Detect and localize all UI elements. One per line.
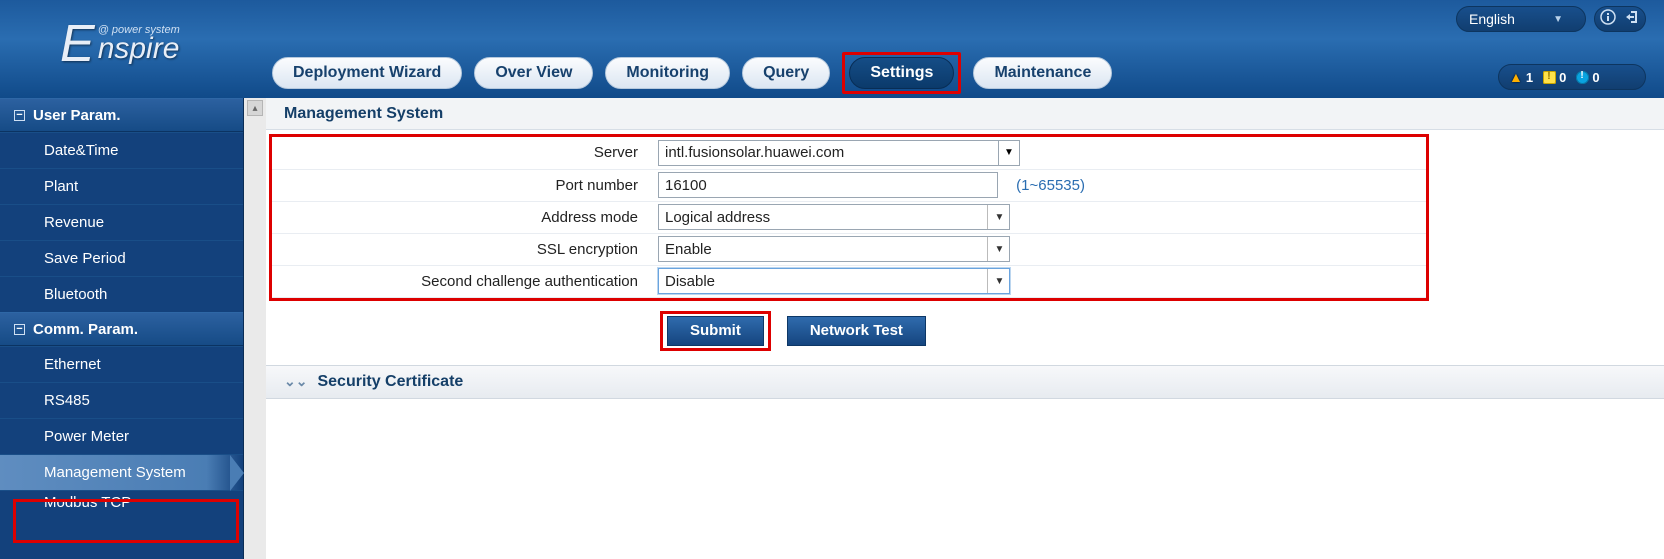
- collapse-icon: −: [14, 110, 25, 121]
- sidebar-section-user-param[interactable]: − User Param.: [0, 98, 243, 132]
- header-icon-buttons: [1594, 6, 1646, 32]
- label-second-auth: Second challenge authentication: [421, 273, 638, 290]
- sidebar: − User Param. Date&Time Plant Revenue Sa…: [0, 98, 244, 559]
- logout-icon[interactable]: [1625, 9, 1641, 30]
- tab-overview[interactable]: Over View: [474, 57, 593, 89]
- port-hint: (1~65535): [1016, 177, 1085, 194]
- info-icon[interactable]: [1600, 9, 1616, 30]
- alarm-badges[interactable]: ▲ 1 0 0: [1498, 64, 1646, 90]
- brand-letter: E: [60, 18, 94, 70]
- sidebar-item-label: Bluetooth: [44, 286, 107, 303]
- highlight-box: Settings: [842, 52, 961, 94]
- second-auth-select[interactable]: Disable ▼: [658, 268, 1010, 294]
- expand-icon: ⌄⌄: [284, 373, 307, 390]
- sidebar-item-rs485[interactable]: RS485: [0, 382, 243, 418]
- panel-title: Management System: [266, 98, 1664, 130]
- panel-title-text: Management System: [284, 105, 443, 123]
- sidebar-item-datetime[interactable]: Date&Time: [0, 132, 243, 168]
- settings-form: Server ▼ Port number (1~65535): [272, 137, 1426, 298]
- main-tabs: Deployment Wizard Over View Monitoring Q…: [272, 52, 1112, 94]
- language-select[interactable]: English ▼: [1456, 6, 1586, 32]
- sidebar-item-label: RS485: [44, 392, 90, 409]
- security-certificate-section[interactable]: ⌄⌄ Security Certificate: [266, 365, 1664, 399]
- server-input[interactable]: [658, 140, 998, 166]
- collapse-icon: −: [14, 324, 25, 335]
- brand-logo: E @ power system nspire: [60, 18, 180, 70]
- tab-label: Over View: [495, 64, 572, 82]
- sidebar-item-label: Modbus TCP: [44, 494, 131, 511]
- sidebar-section-comm-param[interactable]: − Comm. Param.: [0, 312, 243, 346]
- chevron-down-icon: ▼: [987, 205, 1005, 229]
- sidebar-item-plant[interactable]: Plant: [0, 168, 243, 204]
- sidebar-item-label: Ethernet: [44, 356, 101, 373]
- sidebar-scrollbar[interactable]: ▴: [244, 98, 266, 559]
- submit-button[interactable]: Submit: [667, 316, 764, 346]
- sidebar-item-label: Save Period: [44, 250, 126, 267]
- alarm-info-count: 0: [1592, 70, 1599, 85]
- sidebar-item-label: Management System: [44, 464, 186, 481]
- select-value: Disable: [665, 273, 715, 290]
- scroll-up-icon[interactable]: ▴: [247, 100, 263, 116]
- sidebar-item-revenue[interactable]: Revenue: [0, 204, 243, 240]
- alarm-warning-count: 1: [1526, 70, 1533, 85]
- tab-settings[interactable]: Settings: [849, 57, 954, 89]
- label-port: Port number: [555, 177, 638, 194]
- sidebar-item-power-meter[interactable]: Power Meter: [0, 418, 243, 454]
- minor-square-icon: [1543, 71, 1556, 84]
- tab-monitoring[interactable]: Monitoring: [605, 57, 730, 89]
- alarm-info[interactable]: 0: [1576, 70, 1599, 85]
- warning-triangle-icon: ▲: [1509, 69, 1523, 85]
- chevron-down-icon: ▼: [1553, 14, 1563, 25]
- tab-query[interactable]: Query: [742, 57, 830, 89]
- alarm-warning[interactable]: ▲ 1: [1509, 69, 1533, 85]
- sidebar-item-management-system[interactable]: Management System: [0, 454, 243, 490]
- main-content: Management System Server ▼ Port number: [266, 98, 1664, 559]
- chevron-down-icon: ▼: [987, 237, 1005, 261]
- network-test-button[interactable]: Network Test: [787, 316, 926, 346]
- tab-label: Settings: [870, 64, 933, 82]
- select-value: Logical address: [665, 209, 770, 226]
- tab-maintenance[interactable]: Maintenance: [973, 57, 1112, 89]
- sidebar-section-title: Comm. Param.: [33, 321, 138, 338]
- sidebar-item-ethernet[interactable]: Ethernet: [0, 346, 243, 382]
- button-row: Submit Network Test: [266, 301, 1664, 365]
- ssl-select[interactable]: Enable ▼: [658, 236, 1010, 262]
- tab-label: Monitoring: [626, 64, 709, 82]
- sidebar-item-label: Revenue: [44, 214, 104, 231]
- alarm-minor[interactable]: 0: [1543, 70, 1566, 85]
- button-label: Submit: [690, 322, 741, 339]
- header: E @ power system nspire English ▼ ▲ 1 0: [0, 0, 1664, 98]
- sidebar-item-bluetooth[interactable]: Bluetooth: [0, 276, 243, 312]
- sidebar-item-label: Power Meter: [44, 428, 129, 445]
- sidebar-item-label: Plant: [44, 178, 78, 195]
- language-value: English: [1469, 11, 1515, 27]
- brand-name: nspire: [98, 34, 180, 64]
- tab-label: Query: [763, 64, 809, 82]
- label-ssl: SSL encryption: [537, 241, 638, 258]
- highlight-box: Submit: [660, 311, 771, 351]
- sidebar-item-modbus-tcp[interactable]: Modbus TCP: [0, 490, 243, 514]
- info-circle-icon: [1576, 71, 1589, 84]
- tab-label: Deployment Wizard: [293, 64, 441, 82]
- label-server: Server: [594, 144, 638, 161]
- alarm-minor-count: 0: [1559, 70, 1566, 85]
- button-label: Network Test: [810, 322, 903, 339]
- server-combo[interactable]: ▼: [658, 140, 1020, 166]
- sidebar-section-title: User Param.: [33, 107, 121, 124]
- address-mode-select[interactable]: Logical address ▼: [658, 204, 1010, 230]
- header-tools: English ▼: [1456, 6, 1646, 32]
- sidebar-item-label: Date&Time: [44, 142, 118, 159]
- port-input[interactable]: [658, 172, 998, 198]
- chevron-down-icon[interactable]: ▼: [998, 140, 1020, 166]
- highlight-box: Server ▼ Port number (1~65535): [269, 134, 1429, 301]
- chevron-down-icon: ▼: [987, 269, 1005, 293]
- label-address-mode: Address mode: [541, 209, 638, 226]
- section-title: Security Certificate: [317, 373, 463, 391]
- tab-deployment-wizard[interactable]: Deployment Wizard: [272, 57, 462, 89]
- tab-label: Maintenance: [994, 64, 1091, 82]
- sidebar-item-save-period[interactable]: Save Period: [0, 240, 243, 276]
- select-value: Enable: [665, 241, 712, 258]
